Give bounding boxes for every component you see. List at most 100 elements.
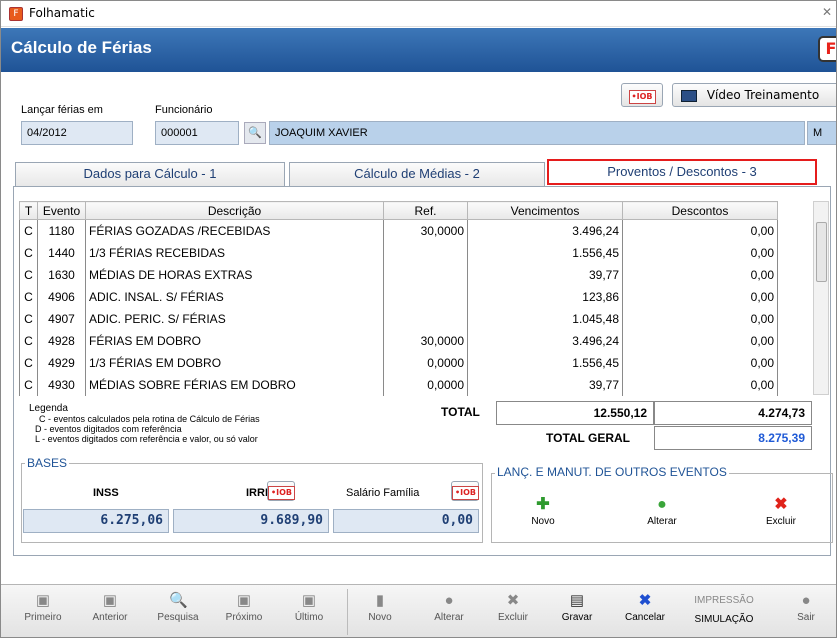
previous-icon: ▣	[102, 592, 118, 609]
refresh-icon: ●	[657, 496, 667, 513]
salario-iob-button[interactable]: •IOB	[451, 481, 479, 501]
tab-proventos-descontos[interactable]: Proventos / Descontos - 3	[547, 159, 817, 185]
cell-evento: 1440	[37, 241, 86, 264]
cancelar-label: Cancelar	[624, 612, 666, 623]
irrf-iob-button[interactable]: •IOB	[267, 481, 295, 501]
cell-evento: 4930	[37, 373, 86, 396]
iob-flag-icon: •IOB	[628, 90, 656, 104]
table-row[interactable]: C 1440 1/3 FÉRIAS RECEBIDAS 1.556,45 0,00	[19, 241, 778, 264]
cell-descricao: ADIC. INSAL. S/ FÉRIAS	[85, 285, 384, 308]
lanc-novo-button[interactable]: ✚ Novo	[523, 497, 563, 528]
tab-dados-calculo[interactable]: Dados para Cálculo - 1	[15, 162, 285, 186]
funcionario-code-field[interactable]: 000001	[155, 121, 239, 145]
lancar-field[interactable]: 04/2012	[21, 121, 133, 145]
lanc-excluir-label: Excluir	[765, 516, 796, 527]
cancelar-button[interactable]: ✖ Cancelar	[621, 593, 669, 624]
cell-descontos: 0,00	[622, 307, 778, 330]
col-header-t[interactable]: T	[19, 201, 38, 220]
table-row[interactable]: C 4907 ADIC. PERIC. S/ FÉRIAS 1.045,48 0,00	[19, 307, 778, 330]
cell-descricao: 1/3 FÉRIAS EM DOBRO	[85, 351, 384, 374]
lanc-excluir-button[interactable]: ✖ Excluir	[759, 497, 803, 528]
cell-ref: 0,0000	[383, 373, 468, 396]
pesquisa-button[interactable]: 🔍 Pesquisa	[151, 593, 205, 624]
bases-title: BASES	[25, 456, 70, 470]
cell-evento: 1630	[37, 263, 86, 286]
lancar-label: Lançar férias em	[21, 104, 103, 116]
table-header-row: T Evento Descrição Ref. Vencimentos Desc…	[19, 201, 778, 220]
logo-icon: F	[818, 36, 836, 62]
table-row[interactable]: C 4930 MÉDIAS SOBRE FÉRIAS EM DOBRO 0,0000 3…	[19, 373, 778, 396]
delete-icon: ✖	[506, 592, 520, 609]
gravar-button[interactable]: ▤ Gravar	[557, 593, 597, 624]
cell-evento: 4929	[37, 351, 86, 374]
novo-button[interactable]: ▮ Novo	[363, 593, 397, 624]
cell-evento: 4928	[37, 329, 86, 352]
legend-line: L - eventos digitados com referência e v…	[35, 434, 258, 444]
cell-vencimentos: 3.496,24	[467, 219, 623, 242]
video-training-button[interactable]: Vídeo Treinamento	[672, 83, 836, 107]
cell-descontos: 0,00	[622, 263, 778, 286]
cell-descontos: 0,00	[622, 351, 778, 374]
lanc-novo-label: Novo	[531, 516, 555, 527]
table-row[interactable]: C 1180 FÉRIAS GOZADAS /RECEBIDAS 30,0000 3.4…	[19, 219, 778, 242]
cell-descontos: 0,00	[622, 219, 778, 242]
proximo-button[interactable]: ▣ Próximo	[219, 593, 269, 624]
table-row[interactable]: C 1630 MÉDIAS DE HORAS EXTRAS 39,77 0,00	[19, 263, 778, 286]
cell-vencimentos: 123,86	[467, 285, 623, 308]
tab-calculo-medias[interactable]: Cálculo de Médias - 2	[289, 162, 545, 186]
scrollbar-thumb[interactable]	[816, 222, 827, 282]
excluir-button[interactable]: ✖ Excluir	[493, 592, 533, 624]
cell-descricao: ADIC. PERIC. S/ FÉRIAS	[85, 307, 384, 330]
inss-value: 6.275,06	[23, 509, 169, 533]
page-header: Cálculo de Férias F	[1, 28, 836, 72]
table-row[interactable]: C 4929 1/3 FÉRIAS EM DOBRO 0,0000 1.556,45 0,…	[19, 351, 778, 374]
impressao-label: IMPRESSÃO	[694, 595, 754, 606]
cell-descontos: 0,00	[622, 285, 778, 308]
ultimo-button[interactable]: ▣ Último	[287, 592, 331, 624]
iob-button[interactable]: •IOB	[621, 83, 663, 107]
search-icon[interactable]: 🔍	[244, 122, 266, 144]
excluir-label: Excluir	[497, 612, 528, 623]
cell-ref: 30,0000	[383, 219, 468, 242]
alterar-label: Alterar	[434, 612, 464, 623]
cell-descricao: MÉDIAS DE HORAS EXTRAS	[85, 263, 384, 286]
col-header-ref[interactable]: Ref.	[383, 201, 468, 220]
cell-ref	[383, 241, 468, 264]
last-icon: ▣	[301, 592, 317, 609]
total-geral-label: TOTAL GERAL	[546, 431, 630, 445]
ultimo-label: Último	[294, 612, 324, 623]
col-header-descontos[interactable]: Descontos	[622, 201, 778, 220]
alterar-button[interactable]: ● Alterar	[427, 593, 471, 624]
salario-familia-label: Salário Família	[346, 487, 420, 499]
cell-vencimentos: 1.045,48	[467, 307, 623, 330]
anterior-button[interactable]: ▣ Anterior	[87, 592, 133, 624]
sair-label: Sair	[797, 612, 815, 623]
col-header-evento[interactable]: Evento	[37, 201, 86, 220]
simulacao-button[interactable]: IMPRESSÃO SIMULAÇÃO	[687, 595, 761, 625]
primeiro-button[interactable]: ▣ Primeiro	[21, 593, 65, 624]
table-scrollbar[interactable]	[813, 201, 829, 395]
cell-descricao: FÉRIAS GOZADAS /RECEBIDAS	[85, 219, 384, 242]
funcionario-name-field: JOAQUIM XAVIER	[269, 121, 805, 145]
cell-ref	[383, 285, 468, 308]
close-icon[interactable]: ✕	[822, 5, 832, 19]
cell-ref: 30,0000	[383, 329, 468, 352]
cell-descricao: FÉRIAS EM DOBRO	[85, 329, 384, 352]
lanc-alterar-button[interactable]: ● Alterar	[639, 496, 685, 528]
cell-vencimentos: 39,77	[467, 373, 623, 396]
sair-button[interactable]: ● Sair	[791, 592, 821, 624]
inss-label: INSS	[93, 487, 119, 499]
total-descontos: 4.274,73	[654, 401, 812, 425]
cell-t: C	[19, 285, 38, 308]
legend: Legenda C - eventos calculados pela roti…	[29, 404, 260, 445]
video-training-label: Vídeo Treinamento	[706, 88, 820, 102]
gravar-label: Gravar	[561, 612, 593, 623]
exit-icon: ●	[801, 592, 811, 609]
iob-flag-icon: •IOB	[452, 486, 479, 500]
col-header-descricao[interactable]: Descrição	[85, 201, 384, 220]
table-row[interactable]: C 4928 FÉRIAS EM DOBRO 30,0000 3.496,24 0,00	[19, 329, 778, 352]
window-title: Folhamatic	[29, 6, 95, 20]
col-header-vencimentos[interactable]: Vencimentos	[467, 201, 623, 220]
table-row[interactable]: C 4906 ADIC. INSAL. S/ FÉRIAS 123,86 0,00	[19, 285, 778, 308]
cell-t: C	[19, 263, 38, 286]
